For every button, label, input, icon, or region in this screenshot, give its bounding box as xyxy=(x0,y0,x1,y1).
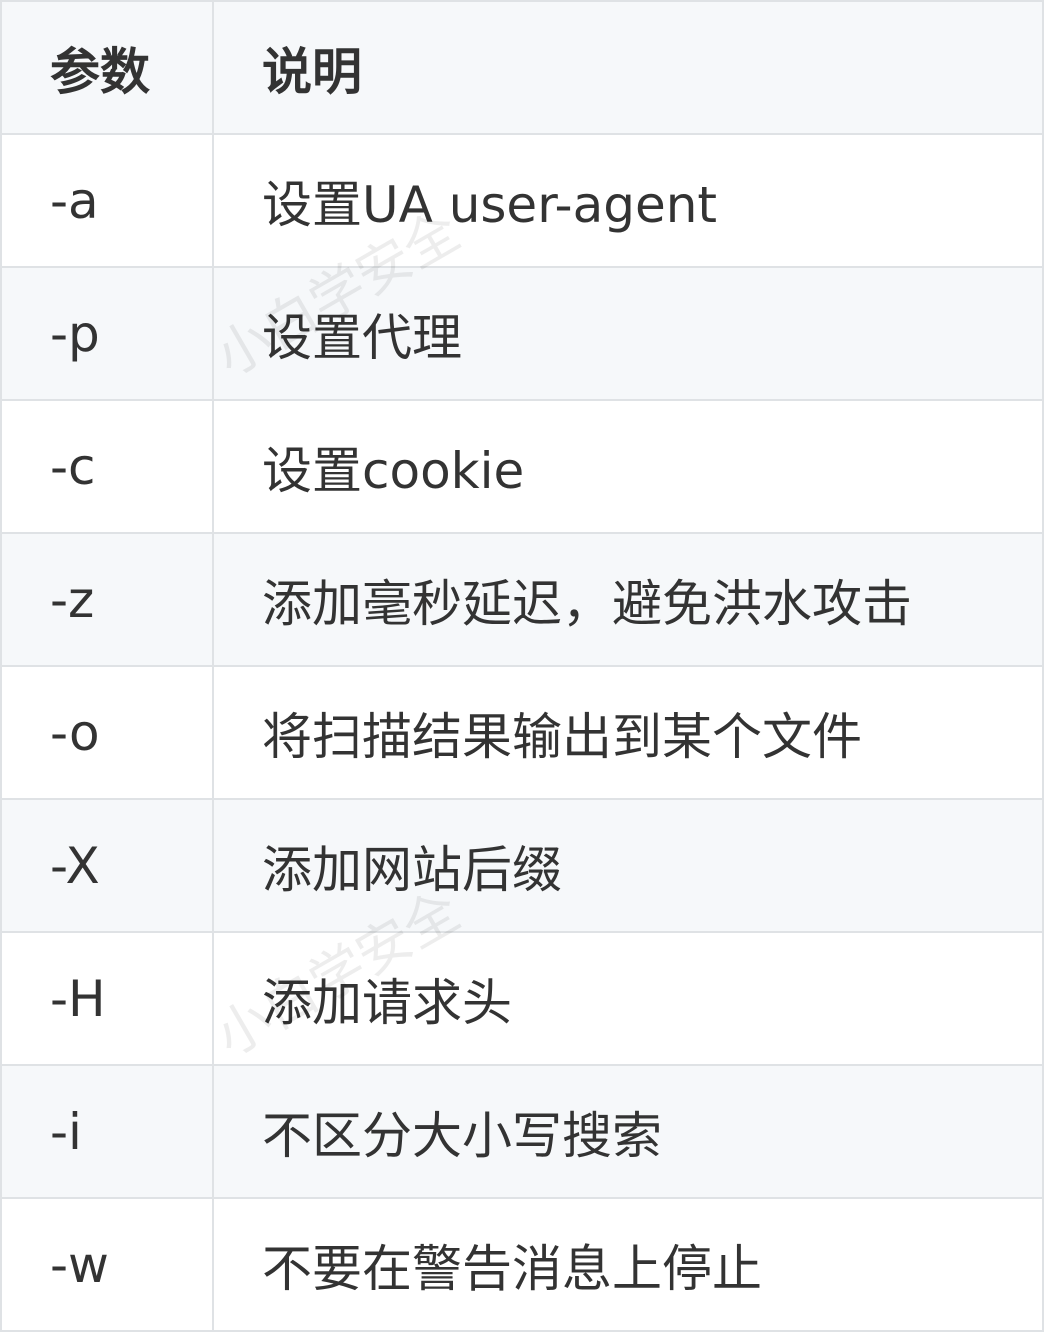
desc-cell: 不要在警告消息上停止 xyxy=(212,1197,1044,1332)
table-row: -c 设置cookie xyxy=(0,399,1044,534)
param-cell: -i xyxy=(0,1064,214,1199)
table-row: -z 添加毫秒延迟，避免洪水攻击 xyxy=(0,532,1044,667)
desc-cell: 添加毫秒延迟，避免洪水攻击 xyxy=(212,532,1044,667)
table-header-row: 参数 说明 xyxy=(0,0,1044,135)
desc-cell: 设置UA user-agent xyxy=(212,133,1044,268)
table-row: -X 添加网站后缀 xyxy=(0,798,1044,933)
header-param: 参数 xyxy=(0,0,214,135)
table-row: -p 设置代理 xyxy=(0,266,1044,401)
table-row: -H 添加请求头 xyxy=(0,931,1044,1066)
param-cell: -X xyxy=(0,798,214,933)
param-table: 参数 说明 -a 设置UA user-agent -p 设置代理 -c 设置co… xyxy=(0,0,1044,1332)
desc-cell: 添加请求头 xyxy=(212,931,1044,1066)
param-cell: -a xyxy=(0,133,214,268)
header-desc: 说明 xyxy=(212,0,1044,135)
param-cell: -o xyxy=(0,665,214,800)
param-cell: -w xyxy=(0,1197,214,1332)
desc-cell: 将扫描结果输出到某个文件 xyxy=(212,665,1044,800)
param-cell: -p xyxy=(0,266,214,401)
param-cell: -H xyxy=(0,931,214,1066)
table-row: -o 将扫描结果输出到某个文件 xyxy=(0,665,1044,800)
table-row: -w 不要在警告消息上停止 xyxy=(0,1197,1044,1332)
desc-cell: 添加网站后缀 xyxy=(212,798,1044,933)
desc-cell: 不区分大小写搜索 xyxy=(212,1064,1044,1199)
param-cell: -c xyxy=(0,399,214,534)
desc-cell: 设置代理 xyxy=(212,266,1044,401)
table-row: -a 设置UA user-agent xyxy=(0,133,1044,268)
desc-cell: 设置cookie xyxy=(212,399,1044,534)
param-table-container: 参数 说明 -a 设置UA user-agent -p 设置代理 -c 设置co… xyxy=(0,0,1044,1334)
param-cell: -z xyxy=(0,532,214,667)
table-row: -i 不区分大小写搜索 xyxy=(0,1064,1044,1199)
